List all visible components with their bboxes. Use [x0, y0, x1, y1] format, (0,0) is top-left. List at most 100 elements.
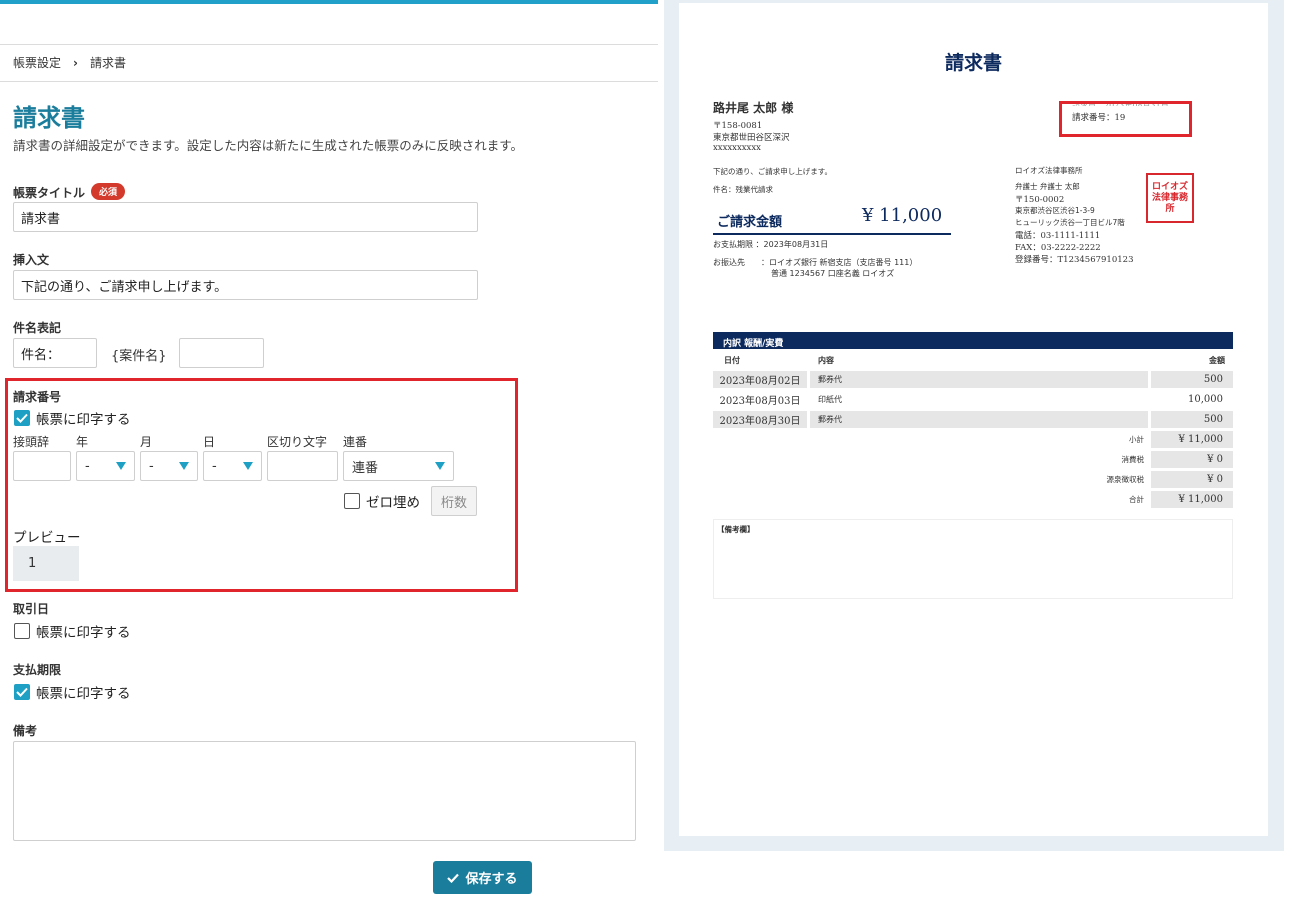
due-date-print-label: 帳票に印字する: [36, 686, 131, 702]
invoice-number-print-checkbox[interactable]: 帳票に印字する: [14, 408, 131, 428]
preview-firm-tel: 電話：03-1111-1111: [1015, 231, 1101, 241]
day-select-value: -: [212, 458, 217, 474]
table-row-amount: 500: [1151, 411, 1233, 428]
breadcrumb-parent-link[interactable]: 帳票設定: [13, 54, 61, 71]
preview-firm-postal: 〒150-0002: [1015, 195, 1065, 205]
insert-text-input[interactable]: 下記の通り、ご請求申し上げます。: [13, 270, 478, 300]
table-row-date: 2023年08月02日: [713, 371, 807, 388]
table-row-date: 2023年08月03日: [719, 396, 801, 407]
table-row-amount: 10,000: [1188, 394, 1223, 405]
invoice-number-label: 請求番号: [13, 390, 62, 404]
serial-select[interactable]: 連番: [343, 451, 454, 481]
month-col-label: 月: [140, 435, 153, 449]
page-title: 請求書: [13, 104, 85, 132]
breadcrumb: 帳票設定 › 請求書: [13, 54, 126, 71]
delimiter-col-label: 区切り文字: [267, 435, 328, 449]
year-select-value: -: [85, 458, 90, 474]
invoice-number-print-label: 帳票に印字する: [36, 412, 131, 428]
insert-text-label: 挿入文: [13, 253, 50, 267]
year-select[interactable]: -: [76, 451, 135, 481]
preview-label: プレビュー: [13, 530, 81, 546]
page-description: 請求書の詳細設定ができます。設定した内容は新たに生成された帳票のみに反映されます…: [13, 138, 524, 153]
serial-col-label: 連番: [343, 435, 368, 449]
preview-firm-reg: 登録番号：T1234567910123: [1015, 255, 1134, 265]
preview-bank-line1: ：ロイオズ銀行 新宿支店（支店番号 111）: [761, 258, 918, 267]
digits-input[interactable]: 桁数: [431, 486, 477, 516]
checkbox-unchecked-icon: [14, 623, 30, 639]
doc-title-input[interactable]: 請求書: [13, 202, 478, 232]
table-header-date: 日付: [724, 356, 740, 365]
dropdown-arrow-icon: [116, 462, 126, 470]
zero-pad-checkbox[interactable]: ゼロ埋め: [344, 491, 420, 511]
prefix-input[interactable]: [13, 451, 71, 481]
preview-address2: xxxxxxxxxx: [713, 143, 761, 153]
total-value: ¥ 11,000: [1151, 491, 1233, 508]
table-row-content: 郵券代: [810, 411, 1148, 428]
save-button[interactable]: 保存する: [433, 861, 532, 894]
preview-subject: 件名：残業代請求: [713, 185, 773, 194]
preview-firm-name: ロイオズ法律事務所: [1015, 166, 1083, 175]
preview-notes-box: [713, 519, 1233, 599]
total-value: ¥ 0: [1151, 451, 1233, 468]
preview-amount-label: ご請求金額: [717, 215, 783, 230]
day-col-label: 日: [203, 435, 216, 449]
doc-title-label-text: 帳票タイトル: [13, 186, 86, 200]
check-icon: [447, 873, 460, 883]
divider: [0, 81, 658, 82]
preview-firm-addr2: ヒューリック渋谷一丁目ビル7階: [1015, 218, 1125, 227]
zero-pad-label: ゼロ埋め: [366, 495, 420, 511]
day-select[interactable]: -: [203, 451, 262, 481]
preview-due: お支払期限 ：2023年08月31日: [713, 240, 829, 249]
checkbox-checked-icon: [14, 410, 30, 426]
total-value: ¥ 11,000: [1151, 431, 1233, 448]
preview-bank-line2: 普通 1234567 口座名義 ロイオズ: [771, 269, 895, 278]
highlight-box: [1059, 101, 1192, 137]
notes-textarea[interactable]: [13, 741, 636, 841]
due-date-label: 支払期限: [13, 663, 62, 677]
amount-underline: [713, 233, 951, 235]
preview-amount-value: ¥ 11,000: [862, 205, 943, 226]
table-row-date: 2023年08月30日: [713, 411, 807, 428]
total-label: 合計: [1129, 495, 1144, 504]
total-label: 小計: [1129, 435, 1144, 444]
checkbox-unchecked-icon: [344, 493, 360, 509]
total-label: 源泉徴収税: [1106, 475, 1145, 484]
table-row-amount: 500: [1151, 371, 1233, 388]
checkbox-checked-icon: [14, 684, 30, 700]
subject-prefix-input[interactable]: 件名：: [13, 338, 97, 368]
divider: [0, 44, 658, 45]
serial-select-value: 連番: [352, 460, 379, 476]
trade-date-print-label: 帳票に印字する: [36, 625, 131, 641]
breakdown-table-title: 内訳 報酬/実費: [713, 332, 1233, 349]
table-header-content: 内容: [818, 356, 834, 365]
breadcrumb-current: 請求書: [89, 56, 126, 70]
subject-placeholder-text: {案件名}: [111, 349, 167, 364]
preview-notes-title: 【備考欄】: [717, 525, 755, 534]
subject-suffix-input[interactable]: [179, 338, 264, 368]
table-header-amount: 金額: [1209, 356, 1225, 365]
settings-panel: 帳票設定 › 請求書 請求書 請求書の詳細設定ができます。設定した内容は新たに生…: [0, 0, 658, 916]
year-col-label: 年: [76, 435, 89, 449]
month-select-value: -: [149, 458, 154, 474]
subject-label: 件名表記: [13, 321, 62, 335]
preview-greeting: 下記の通り、ご請求申し上げます。: [713, 167, 832, 176]
preview-title: 請求書: [944, 52, 1002, 74]
month-select[interactable]: -: [140, 451, 198, 481]
preview-postal: 〒158-0081: [713, 121, 763, 131]
dropdown-arrow-icon: [435, 462, 445, 470]
total-value: ¥ 0: [1151, 471, 1233, 488]
due-date-print-checkbox[interactable]: 帳票に印字する: [14, 682, 131, 702]
prefix-col-label: 接頭辞: [13, 435, 50, 449]
preview-bank-label: お振込先: [713, 258, 745, 267]
dropdown-arrow-icon: [243, 462, 253, 470]
preview-firm-addr1: 東京都渋谷区渋谷1-3-9: [1015, 206, 1095, 215]
trade-date-print-checkbox[interactable]: 帳票に印字する: [14, 621, 131, 641]
table-row-content: 郵券代: [810, 371, 1148, 388]
invoice-number-preview: 1: [13, 546, 79, 581]
delimiter-input[interactable]: [267, 451, 338, 481]
preview-firm-fax: FAX：03-2222-2222: [1015, 243, 1101, 253]
doc-title-label: 帳票タイトル 必須: [13, 183, 126, 201]
chevron-right-icon: ›: [73, 55, 78, 70]
table-row-content: 印紙代: [818, 395, 842, 404]
save-button-label: 保存する: [465, 872, 518, 887]
